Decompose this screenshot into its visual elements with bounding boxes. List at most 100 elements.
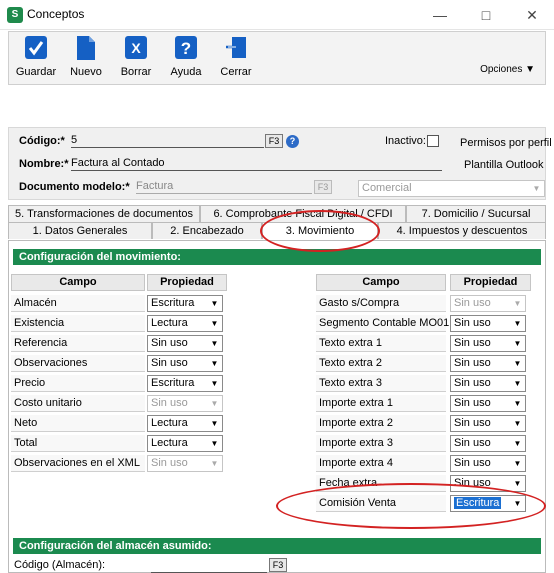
chevron-down-icon: ▼ xyxy=(513,499,522,508)
propiedad-value: Sin uso xyxy=(454,337,491,349)
propiedad-value: Escritura xyxy=(454,497,502,509)
maximize-icon[interactable]: □ xyxy=(464,4,508,26)
almacen-f3-button[interactable]: F3 xyxy=(269,558,287,572)
close-label: Cerrar xyxy=(220,66,252,78)
tab-domicilio[interactable]: 7. Domicilio / Sucursal xyxy=(406,205,546,222)
chevron-down-icon: ▼ xyxy=(513,459,522,468)
right-propiedad-select[interactable]: Sin uso ▼ xyxy=(450,435,526,452)
close-icon[interactable]: ✕ xyxy=(510,4,554,26)
nombre-field[interactable]: Factura al Contado xyxy=(71,157,442,171)
codigo-field[interactable]: 5 xyxy=(71,134,264,148)
chevron-down-icon: ▼ xyxy=(210,299,219,308)
right-propiedad-select[interactable]: Sin uso ▼ xyxy=(450,335,526,352)
tab-impuestos[interactable]: 4. Impuestos y descuentos xyxy=(378,222,546,239)
left-campo-cell: Referencia xyxy=(11,335,145,352)
help-circle-icon[interactable]: ? xyxy=(286,135,299,148)
left-propiedad-select[interactable]: Escritura ▼ xyxy=(147,295,223,312)
right-propiedad-select[interactable]: Sin uso ▼ xyxy=(450,295,526,312)
left-propiedad-select[interactable]: Escritura ▼ xyxy=(147,375,223,392)
permisos-link[interactable]: Permisos por perfil xyxy=(460,137,552,149)
chevron-down-icon: ▼ xyxy=(513,299,522,308)
left-campo-cell: Costo unitario xyxy=(11,395,145,412)
right-campo-cell: Texto extra 2 xyxy=(316,355,446,372)
left-campo-cell: Existencia xyxy=(11,315,145,332)
options-menu[interactable]: Opciones ▼ xyxy=(480,64,535,75)
propiedad-value: Sin uso xyxy=(151,337,188,349)
plantilla-link[interactable]: Plantilla Outlook xyxy=(464,159,544,171)
propiedad-value: Sin uso xyxy=(454,437,491,449)
new-document-icon xyxy=(77,36,95,60)
propiedad-value: Sin uso xyxy=(454,297,491,309)
right-propiedad-select[interactable]: Sin uso ▼ xyxy=(450,395,526,412)
left-campo-cell: Precio xyxy=(11,375,145,392)
left-campo-header: Campo xyxy=(11,274,145,291)
tab-datos-generales[interactable]: 1. Datos Generales xyxy=(8,222,152,239)
concept-form: Código:* 5 F3 ? Nombre:* Factura al Cont… xyxy=(8,127,552,200)
right-campo-cell: Texto extra 3 xyxy=(316,375,446,392)
close-button[interactable]: Cerrar xyxy=(213,35,259,83)
propiedad-value: Sin uso xyxy=(454,357,491,369)
chevron-down-icon: ▼ xyxy=(513,479,522,488)
left-propiedad-select[interactable]: Sin uso ▼ xyxy=(147,395,223,412)
tab-encabezado[interactable]: 2. Encabezado xyxy=(152,222,262,239)
movimiento-panel: Configuración del movimiento: Campo Prop… xyxy=(8,240,546,573)
left-propiedad-select[interactable]: Lectura ▼ xyxy=(147,435,223,452)
right-propiedad-select[interactable]: Sin uso ▼ xyxy=(450,375,526,392)
propiedad-value: Sin uso xyxy=(454,377,491,389)
propiedad-value: Escritura xyxy=(151,297,195,309)
right-propiedad-select[interactable]: Escritura ▼ xyxy=(450,495,526,512)
right-propiedad-select[interactable]: Sin uso ▼ xyxy=(450,355,526,372)
tab-transformaciones[interactable]: 5. Transformaciones de documentos xyxy=(8,205,200,222)
chevron-down-icon: ▼ xyxy=(513,359,522,368)
propiedad-value: Escritura xyxy=(151,377,195,389)
left-propiedad-select[interactable]: Lectura ▼ xyxy=(147,415,223,432)
save-label: Guardar xyxy=(15,66,57,78)
tab-cfdi[interactable]: 6. Comprobante Fiscal Digital / CFDI xyxy=(200,205,406,222)
blank-area xyxy=(8,90,546,124)
right-propiedad-select[interactable]: Sin uso ▼ xyxy=(450,315,526,332)
save-button[interactable]: Guardar xyxy=(13,35,59,83)
help-icon: ? xyxy=(175,36,197,59)
left-campo-cell: Almacén xyxy=(11,295,145,312)
chevron-down-icon: ▼ xyxy=(210,459,219,468)
right-propiedad-select[interactable]: Sin uso ▼ xyxy=(450,415,526,432)
comercial-value: Comercial xyxy=(362,182,412,194)
left-propiedad-select[interactable]: Sin uso ▼ xyxy=(147,335,223,352)
left-propiedad-select[interactable]: Lectura ▼ xyxy=(147,315,223,332)
chevron-down-icon: ▼ xyxy=(210,439,219,448)
new-label: Nuevo xyxy=(70,66,102,78)
right-campo-cell: Segmento Contable MO01 xyxy=(316,315,449,332)
chevron-down-icon: ▼ xyxy=(513,419,522,428)
inactivo-checkbox[interactable] xyxy=(427,135,439,147)
inactivo-label: Inactivo: xyxy=(385,135,426,147)
right-campo-cell: Texto extra 1 xyxy=(316,335,446,352)
right-campo-cell: Importe extra 4 xyxy=(316,455,446,472)
propiedad-value: Sin uso xyxy=(454,397,491,409)
codigo-label: Código:* xyxy=(19,135,65,147)
left-propiedad-select[interactable]: Sin uso ▼ xyxy=(147,455,223,472)
delete-button[interactable]: X Borrar xyxy=(113,35,159,83)
docmodelo-f3-button[interactable]: F3 xyxy=(314,180,332,194)
chevron-down-icon: ▼ xyxy=(210,339,219,348)
comercial-select[interactable]: Comercial ▼ xyxy=(358,180,545,197)
chevron-down-icon: ▼ xyxy=(210,399,219,408)
right-propiedad-select[interactable]: Sin uso ▼ xyxy=(450,475,526,492)
propiedad-value: Sin uso xyxy=(454,457,491,469)
chevron-down-icon: ▼ xyxy=(513,339,522,348)
right-campo-header: Campo xyxy=(316,274,446,291)
left-propiedad-select[interactable]: Sin uso ▼ xyxy=(147,355,223,372)
chevron-down-icon: ▼ xyxy=(210,419,219,428)
new-button[interactable]: Nuevo xyxy=(63,35,109,83)
minimize-icon[interactable]: — xyxy=(418,4,462,26)
left-campo-cell: Total xyxy=(11,435,145,452)
codigo-f3-button[interactable]: F3 xyxy=(265,134,283,148)
chevron-down-icon: ▼ xyxy=(532,184,541,193)
svg-text:?: ? xyxy=(181,39,191,58)
documento-modelo-field[interactable]: Factura xyxy=(136,180,312,194)
left-campo-cell: Observaciones xyxy=(11,355,145,372)
tab-movimiento[interactable]: 3. Movimiento xyxy=(262,222,378,239)
help-button[interactable]: ? Ayuda xyxy=(163,35,209,83)
right-propiedad-select[interactable]: Sin uso ▼ xyxy=(450,455,526,472)
almacen-codigo-field[interactable] xyxy=(151,558,267,573)
propiedad-value: Sin uso xyxy=(151,457,188,469)
